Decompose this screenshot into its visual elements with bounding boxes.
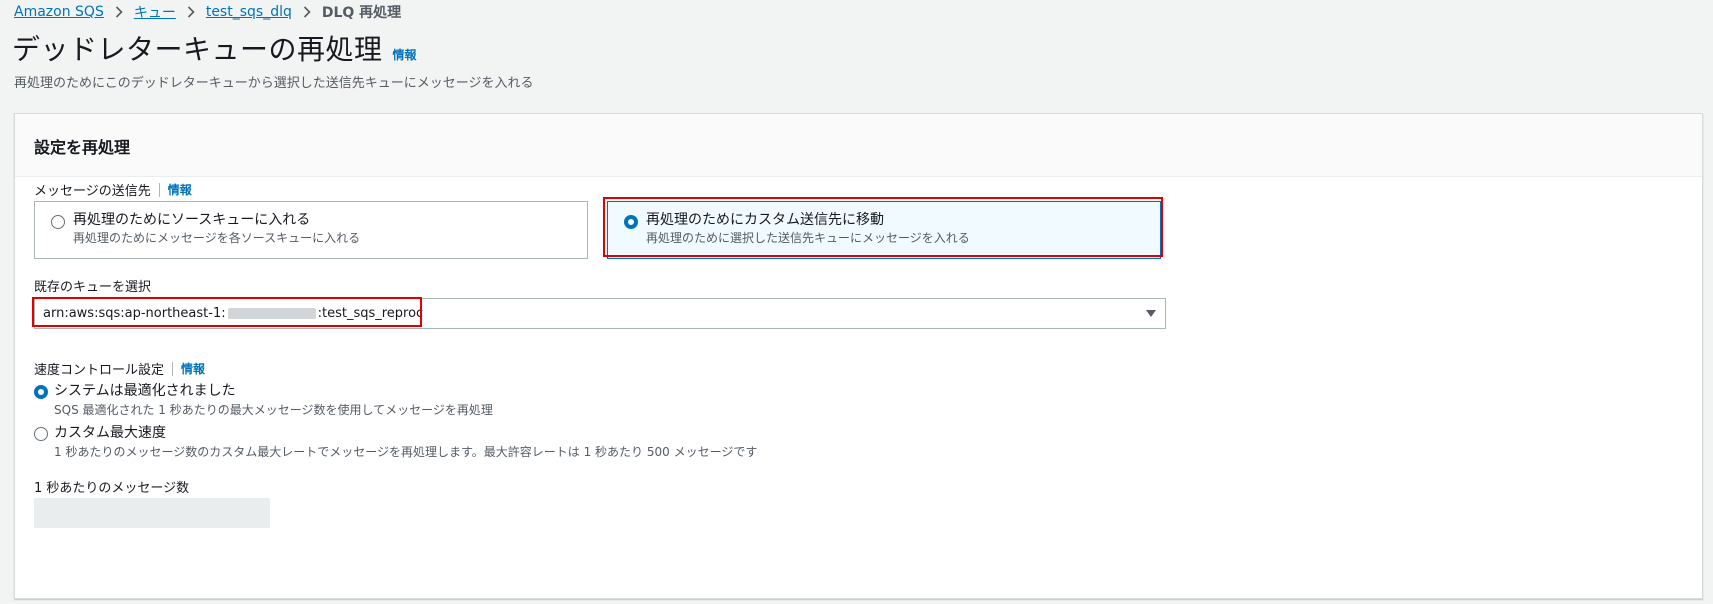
panel-title: 設定を再処理 (34, 138, 131, 157)
destination-label-row: メッセージの送信先 情報 (34, 180, 192, 199)
destination-label: メッセージの送信先 (34, 184, 151, 199)
arn-prefix: arn:aws:sqs:ap-northeast-1: (43, 306, 226, 321)
velocity-system-optimized-option[interactable]: システムは最適化されました SQS 最適化された 1 秒あたりの最大メッセージ数… (34, 382, 493, 419)
destination-source-queue-radio[interactable] (51, 215, 65, 229)
tile-title: 再処理のためにソースキューに入れる (73, 212, 311, 228)
page-title: デッドレターキューの再処理 (12, 33, 383, 66)
messages-per-second-input[interactable] (34, 498, 270, 528)
velocity-label-row: 速度コントロール設定 情報 (34, 359, 205, 378)
breadcrumb-current: DLQ 再処理 (321, 5, 402, 21)
label-divider (158, 182, 160, 197)
destination-custom-tile[interactable]: 再処理のためにカスタム送信先に移動 再処理のために選択した送信先キューにメッセー… (607, 201, 1161, 259)
velocity-custom-max-radio[interactable] (34, 427, 48, 441)
arn-suffix: :test_sqs_reproc (317, 306, 424, 321)
destination-custom-radio[interactable] (624, 215, 638, 229)
option-description: SQS 最適化された 1 秒あたりの最大メッセージ数を使用してメッセージを再処理 (54, 403, 493, 417)
redrive-settings-panel: 設定を再処理 メッセージの送信先 情報 再処理のためにソースキューに入れる 再処… (14, 113, 1703, 599)
page-info-link[interactable]: 情報 (393, 46, 417, 63)
velocity-custom-max-option[interactable]: カスタム最大速度 1 秒あたりのメッセージ数のカスタム最大レートでメッセージを再… (34, 424, 757, 461)
tile-title: 再処理のためにカスタム送信先に移動 (646, 212, 884, 228)
caret-down-icon (1145, 308, 1157, 323)
velocity-system-optimized-radio[interactable] (34, 385, 48, 399)
destination-info-link[interactable]: 情報 (168, 181, 192, 198)
breadcrumb-queues[interactable]: キュー (134, 2, 176, 22)
option-title: カスタム最大速度 (54, 425, 166, 441)
chevron-right-icon (176, 4, 206, 20)
velocity-info-link[interactable]: 情報 (181, 360, 205, 377)
queue-select[interactable]: arn:aws:sqs:ap-northeast-1: :test_sqs_re… (34, 298, 1166, 329)
redacted-account-id (227, 308, 316, 319)
label-divider (172, 361, 174, 376)
page-description: 再処理のためにこのデッドレターキューから選択した送信先キューにメッセージを入れる (14, 76, 534, 91)
option-title: システムは最適化されました (54, 383, 236, 399)
rate-label: 1 秒あたりのメッセージ数 (34, 481, 190, 496)
panel-header: 設定を再処理 (15, 114, 1702, 177)
breadcrumb: Amazon SQS キュー test_sqs_dlq DLQ 再処理 (14, 2, 401, 22)
tile-description: 再処理のためにメッセージを各ソースキューに入れる (73, 231, 361, 245)
page-header: デッドレターキューの再処理 情報 (12, 28, 417, 68)
destination-source-queue-tile[interactable]: 再処理のためにソースキューに入れる 再処理のためにメッセージを各ソースキューに入… (34, 201, 588, 259)
breadcrumb-queue-name[interactable]: test_sqs_dlq (206, 4, 292, 20)
tile-description: 再処理のために選択した送信先キューにメッセージを入れる (646, 231, 970, 245)
breadcrumb-amazon-sqs[interactable]: Amazon SQS (14, 4, 104, 20)
option-description: 1 秒あたりのメッセージ数のカスタム最大レートでメッセージを再処理します。最大許… (54, 445, 758, 459)
queue-select-label: 既存のキューを選択 (34, 280, 152, 295)
chevron-right-icon (292, 4, 322, 20)
chevron-right-icon (104, 4, 134, 20)
velocity-label: 速度コントロール設定 (34, 363, 165, 378)
